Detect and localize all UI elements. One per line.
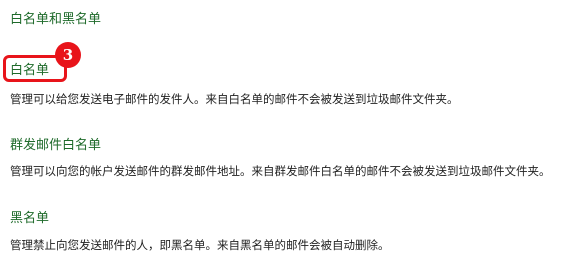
page-title: 白名单和黑名单: [10, 12, 102, 27]
safe-mailing-lists-description: 管理可以向您的帐户发送邮件的群发邮件地址。来自群发邮件白名单的邮件不会被发送到垃…: [10, 164, 551, 178]
safe-mailing-lists-link[interactable]: 群发邮件白名单: [10, 137, 101, 155]
step-badge: 3: [55, 42, 81, 68]
safe-senders-description: 管理可以给您发送电子邮件的发件人。来自白名单的邮件不会被发送到垃圾邮件文件夹。: [10, 92, 459, 106]
blocked-senders-link[interactable]: 黑名单: [10, 210, 49, 228]
blocked-senders-description: 管理禁止向您发送邮件的人，即黑名单。来自黑名单的邮件会被自动删除。: [10, 238, 390, 252]
